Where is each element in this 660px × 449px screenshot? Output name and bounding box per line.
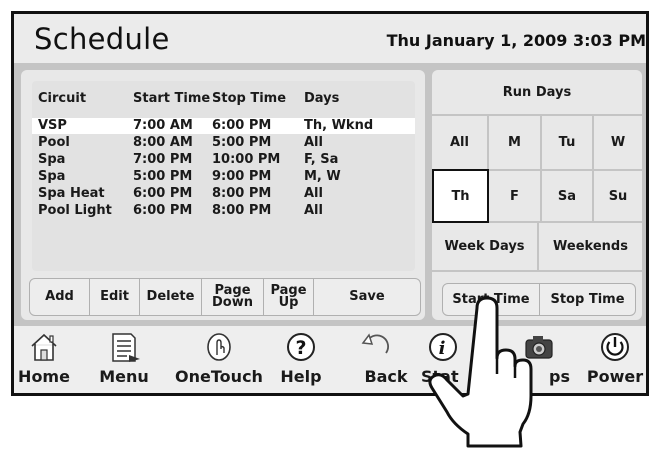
screen-frame: Schedule Thu January 1, 2009 3:03 PM Cir… [11, 11, 649, 396]
cell-stop: 9:00 PM [212, 169, 272, 184]
cell-stop: 10:00 PM [212, 152, 281, 167]
cell-circuit: Spa Heat [38, 186, 105, 201]
pointing-hand-icon [428, 296, 533, 448]
date-time: Thu January 1, 2009 3:03 PM [386, 31, 646, 50]
table-row[interactable]: Spa Heat 6:00 PM 8:00 PM All [32, 186, 415, 202]
nav-power[interactable]: Power [586, 326, 644, 393]
nav-power-label: Power [586, 367, 644, 386]
cell-start: 7:00 PM [133, 152, 193, 167]
svg-text:?: ? [295, 337, 306, 359]
day-wed-button[interactable]: W [594, 116, 642, 169]
cell-stop: 8:00 PM [212, 186, 272, 201]
nav-home-label: Home [18, 367, 70, 386]
cell-circuit: Pool [38, 135, 70, 150]
cell-start: 7:00 AM [133, 118, 193, 133]
day-mon-button[interactable]: M [489, 116, 540, 169]
table-row[interactable]: VSP 7:00 AM 6:00 PM Th, Wknd [32, 118, 415, 134]
delete-button[interactable]: Delete [140, 279, 202, 315]
onetouch-icon [207, 333, 231, 361]
nav-menu[interactable]: Menu [89, 326, 159, 393]
cell-days: Th, Wknd [304, 118, 374, 133]
nav-help[interactable]: ? Help [276, 326, 326, 393]
stop-time-button[interactable]: Stop Time [540, 284, 635, 315]
page-down-label-2: Down [212, 295, 253, 310]
page-up-button[interactable]: Page Up [264, 279, 314, 315]
weekends-button[interactable]: Weekends [539, 223, 642, 270]
day-tue-button[interactable]: Tu [542, 116, 592, 169]
table-row[interactable]: Spa 5:00 PM 9:00 PM M, W [32, 169, 415, 185]
page-up-label-2: Up [278, 295, 299, 310]
nav-back-label: Back [364, 367, 408, 386]
run-days-panel: Run Days All M Tu W Th F Sa Su Week Days… [432, 70, 642, 320]
cell-days: All [304, 203, 323, 218]
cell-circuit: Pool Light [38, 203, 112, 218]
home-icon [31, 333, 57, 361]
cell-circuit: Spa [38, 152, 66, 167]
cell-days: All [304, 186, 323, 201]
power-icon [601, 333, 629, 361]
page-down-button[interactable]: Page Down [202, 279, 264, 315]
col-start-time: Start Time [133, 91, 211, 106]
edit-button[interactable]: Edit [90, 279, 140, 315]
nav-help-label: Help [280, 367, 322, 386]
table-row[interactable]: Spa 7:00 PM 10:00 PM F, Sa [32, 152, 415, 168]
cell-start: 5:00 PM [133, 169, 193, 184]
day-all-button[interactable]: All [432, 116, 487, 169]
table-header: Circuit Start Time Stop Time Days [32, 91, 415, 109]
cell-days: All [304, 135, 323, 150]
nav-home[interactable]: Home [16, 326, 72, 393]
schedule-table[interactable]: Circuit Start Time Stop Time Days VSP 7:… [32, 81, 415, 271]
table-row[interactable]: Pool 8:00 AM 5:00 PM All [32, 135, 415, 151]
day-thu-button[interactable]: Th [432, 169, 489, 223]
week-days-button[interactable]: Week Days [432, 223, 537, 270]
cell-days: M, W [304, 169, 341, 184]
table-row[interactable]: Pool Light 6:00 PM 8:00 PM All [32, 203, 415, 219]
grid-divider [432, 270, 642, 272]
nav-onetouch[interactable]: OneTouch [173, 326, 265, 393]
cell-start: 8:00 AM [133, 135, 193, 150]
save-button[interactable]: Save [314, 279, 420, 315]
day-sat-button[interactable]: Sa [542, 171, 592, 221]
help-icon: ? [287, 333, 315, 361]
cell-circuit: Spa [38, 169, 66, 184]
back-icon [361, 333, 389, 354]
content-area: Circuit Start Time Stop Time Days VSP 7:… [14, 63, 646, 326]
header-bar: Schedule Thu January 1, 2009 3:03 PM [14, 14, 646, 64]
menu-icon [112, 333, 140, 362]
run-days-title: Run Days [502, 84, 572, 100]
cell-start: 6:00 PM [133, 203, 193, 218]
add-button[interactable]: Add [30, 279, 90, 315]
day-sun-button[interactable]: Su [594, 171, 642, 221]
schedule-panel: Circuit Start Time Stop Time Days VSP 7:… [21, 70, 425, 320]
cell-circuit: VSP [38, 118, 67, 133]
col-circuit: Circuit [38, 91, 87, 106]
cell-stop: 6:00 PM [212, 118, 272, 133]
nav-back[interactable]: Back [348, 326, 408, 393]
nav-menu-label: Menu [99, 367, 149, 386]
page-title: Schedule [34, 22, 170, 56]
cell-stop: 5:00 PM [212, 135, 272, 150]
cell-days: F, Sa [304, 152, 339, 167]
action-bar: Add Edit Delete Page Down Page Up Save [29, 278, 421, 316]
bottom-nav: Home Menu OneTouch ? Help Back i ps Powe… [14, 326, 646, 393]
col-stop-time: Stop Time [212, 91, 287, 106]
col-days: Days [304, 91, 340, 106]
nav-onetouch-label: OneTouch [175, 367, 263, 386]
day-fri-button[interactable]: F [489, 171, 540, 221]
cell-stop: 8:00 PM [212, 203, 272, 218]
cell-start: 6:00 PM [133, 186, 193, 201]
